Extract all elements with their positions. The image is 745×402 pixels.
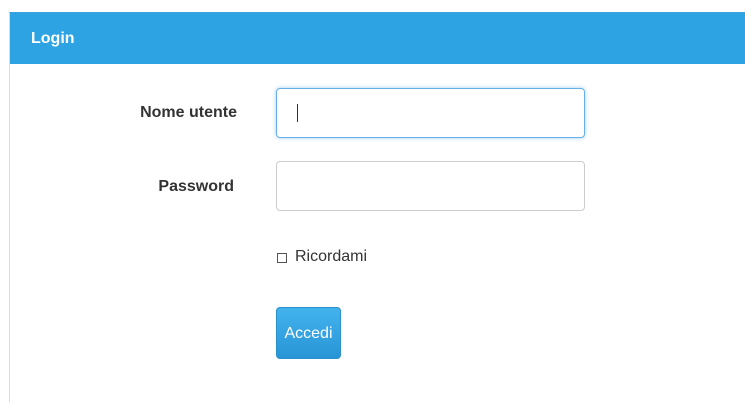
password-label: Password <box>158 178 234 195</box>
panel-title: Login <box>31 30 75 47</box>
login-button[interactable]: Accedi <box>276 307 341 359</box>
remember-me-checkbox[interactable] <box>277 252 287 263</box>
text-caret <box>297 104 298 122</box>
username-label: Nome utente <box>140 104 237 121</box>
password-input[interactable] <box>276 161 585 211</box>
panel-header: Login <box>10 13 745 64</box>
username-input[interactable] <box>276 88 585 138</box>
remember-me-row[interactable]: Ricordami <box>277 248 367 266</box>
remember-me-label[interactable]: Ricordami <box>295 248 367 266</box>
